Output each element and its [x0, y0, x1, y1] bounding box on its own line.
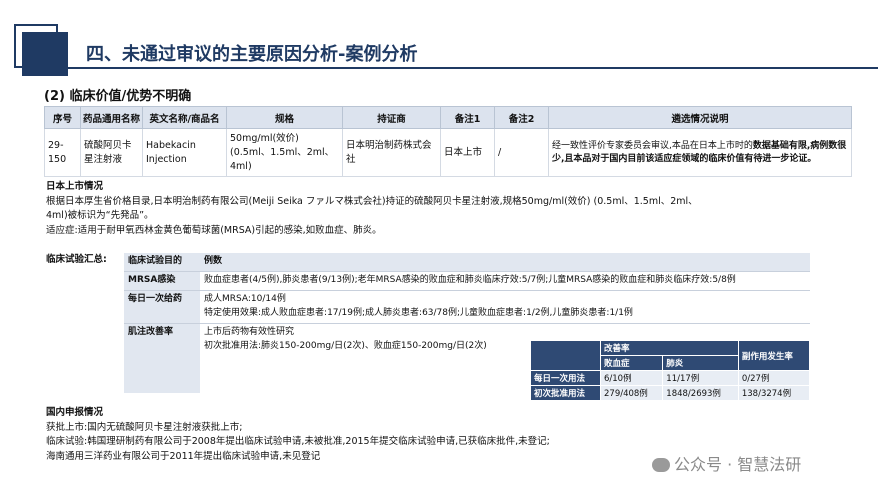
results-sepsis: 6/10例 [599, 370, 664, 386]
desc-plain: 经一致性评价专家委员会审议,本品在日本上市时的 [552, 140, 753, 151]
domestic-heading: 国内申报情况 [46, 407, 104, 418]
col-header: 规格 [226, 106, 343, 129]
results-pneu: 1848/2693例 [662, 385, 739, 401]
wechat-icon [652, 458, 670, 472]
drug-info-table: 序号 药品通用名称 英文名称/商品名 规格 持证商 备注1 备注2 遴选情况说明… [44, 106, 852, 178]
results-header-row: 改善率 副作用发生率 [530, 340, 811, 371]
watermark-text: 公众号 · 智慧法研 [674, 455, 802, 474]
trial-heading: 临床试验汇总: [46, 254, 107, 265]
results-side: 138/3274例 [737, 385, 811, 401]
domestic-line: 海南通用三洋药业有限公司于2011年提出临床试验申请,未见登记 [46, 451, 321, 463]
japan-indication: 适应症:适用于耐甲氧西林金黄色葡萄球菌(MRSA)引起的感染,如败血症、肺炎。 [46, 225, 382, 237]
trial-row: MRSA感染 败血症患者(4/5例),肺炎患者(9/13例);老年MRSA感染的… [124, 271, 810, 291]
cell-note2: / [494, 127, 549, 178]
trial-row-line: 上市后药物有效性研究 [204, 326, 295, 337]
cell-spec: 50mg/ml(效价) (0.5ml、1.5ml、2ml、4ml) [226, 127, 343, 178]
col-header: 备注1 [440, 106, 495, 129]
header-square [22, 32, 68, 76]
table-header-row: 序号 药品通用名称 英文名称/商品名 规格 持证商 备注1 备注2 遴选情况说明 [44, 106, 852, 129]
col-header: 药品通用名称 [80, 106, 143, 129]
domestic-section: 国内申报情况 获批上市:国内无硫酸阿贝卡星注射液获批上市; 临床试验:韩国理研制… [46, 406, 550, 465]
trial-row-label: 每日一次给药 [124, 290, 200, 324]
cell-description: 经一致性评价专家委员会审议,本品在日本上市时的数据基础有限,病例数很少,且本品对… [548, 127, 852, 178]
trial-row-text: 成人MRSA:10/14例 特定使用效果:成人败血症患者:17/19例;成人肺炎… [200, 290, 810, 323]
results-row: 每日一次用法 6/10例 11/17例 0/27例 [530, 370, 811, 386]
domestic-line: 获批上市:国内无硫酸阿贝卡星注射液获批上市; [46, 421, 243, 433]
results-sepsis: 279/408例 [599, 385, 664, 401]
page-title: 四、未通过审议的主要原因分析-案例分析 [86, 44, 418, 65]
japan-heading: 日本上市情况 [46, 181, 104, 192]
trial-col-cases: 例数 [200, 253, 810, 272]
trial-header-row: 临床试验目的 例数 [124, 253, 810, 272]
trial-row-label: MRSA感染 [124, 271, 200, 291]
trial-row: 每日一次给药 成人MRSA:10/14例 特定使用效果:成人败血症患者:17/1… [124, 290, 810, 324]
col-header: 持证商 [342, 106, 441, 129]
trial-row-text: 败血症患者(4/5例),肺炎患者(9/13例);老年MRSA感染的败血症和肺炎临… [204, 274, 736, 285]
trial-row-line: 成人MRSA:10/14例 [204, 293, 286, 304]
results-table: 改善率 副作用发生率 败血症 肺炎 每日一次用法 6/10例 11/17例 0/… [530, 340, 811, 401]
col-header: 备注2 [494, 106, 549, 129]
trial-col-purpose: 临床试验目的 [124, 253, 200, 272]
results-row-label: 每日一次用法 [530, 370, 601, 386]
cell-no: 29-150 [44, 127, 81, 178]
col-header: 序号 [44, 106, 81, 129]
results-pneu: 11/17例 [662, 370, 739, 386]
cell-english: Habekacin Injection [142, 127, 227, 178]
results-h-side: 副作用发生率 [737, 340, 811, 371]
results-row-label: 初次批准用法 [530, 385, 601, 401]
trial-row-label: 肌注改善率 [124, 323, 200, 394]
cell-generic: 硫酸阿贝卡星注射液 [80, 127, 143, 178]
results-h-pneu: 肺炎 [662, 355, 739, 371]
col-header: 遴选情况说明 [548, 106, 852, 129]
domestic-line: 临床试验:韩国理研制药有限公司于2008年提出临床试验申请,未被批准,2015年… [46, 436, 550, 448]
trial-row-line: 特定使用效果:成人败血症患者:17/19例;成人肺炎患者:63/78例;儿童败血… [204, 307, 633, 318]
japan-line-2: 4ml)被标识为“先発品”。 [46, 210, 154, 222]
results-side: 0/27例 [737, 370, 811, 386]
cell-note1: 日本上市 [440, 127, 495, 178]
results-h-improve: 改善率 [600, 340, 739, 356]
results-h-sepsis: 败血症 [599, 355, 664, 371]
watermark: 公众号 · 智慧法研 [652, 451, 801, 475]
japan-line-1: 根据日本厚生省价格目录,日本明治制药有限公司(Meiji Seika ファルマ株… [46, 195, 698, 207]
col-header: 英文名称/商品名 [142, 106, 227, 129]
header-underline [68, 67, 878, 69]
cell-holder: 日本明治制药株式会社 [342, 127, 441, 178]
table-row: 29-150 硫酸阿贝卡星注射液 Habekacin Injection 50m… [44, 127, 852, 178]
japan-section: 日本上市情况 根据日本厚生省价格目录,日本明治制药有限公司(Meiji Seik… [46, 180, 856, 239]
results-row: 初次批准用法 279/408例 1848/2693例 138/3274例 [530, 385, 811, 401]
results-corner [530, 340, 601, 371]
section-subtitle: (2) 临床价值/优势不明确 [44, 89, 192, 104]
